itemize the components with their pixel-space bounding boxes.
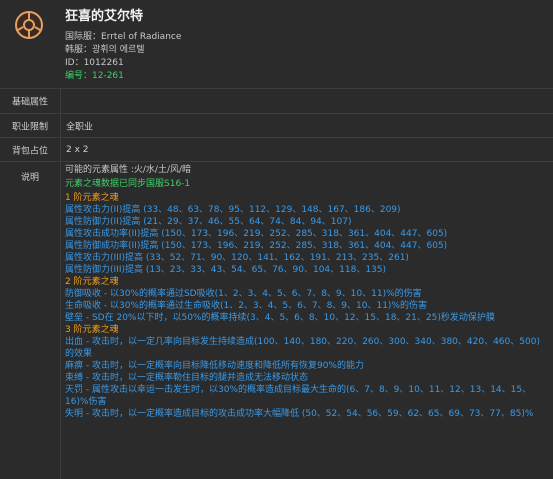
tier2-line: 壁垒 - SD在 20%以下时，以50%的概率持续(3、4、5、6、8、10、1…: [65, 313, 495, 323]
base-attr-row: 基础属性: [0, 89, 553, 114]
kr-name: 韩服：광휘의 에르텔: [65, 45, 145, 55]
item-id: ID：1012261: [65, 58, 124, 68]
bag-label: 背包占位: [11, 146, 48, 156]
tier3-line: 天罚 - 属性攻击以幸运一击发生时，以30%的概率造成目标最大生命的(6、7、8…: [65, 385, 532, 407]
tier1-line: 属性攻击成功率(II)提高 (150、173、196、219、252、285、3…: [65, 229, 448, 239]
item-header: 狂喜的艾尔特 国际服：Errtel of Radiance 韩服：광휘의 에르텔…: [0, 0, 553, 89]
tier3-line: 出血 - 攻击时，以一定几率向目标发生持续造成(100、140、180、220、…: [65, 337, 540, 359]
sync-note: 元素之魂数据已同步国服S16-1: [65, 179, 191, 189]
tier1-line: 属性攻击力(III)提高 (33、52、71、90、120、141、162、19…: [65, 253, 409, 263]
tier3-line: 失明 - 攻击时，以一定概率造成目标的攻击成功率大幅降低 (50、52、54、5…: [65, 409, 534, 419]
description: 可能的元素属性 :火/水/土/风/暗 元素之魂数据已同步国服S16-1 1 阶元…: [65, 164, 547, 420]
element-list: 可能的元素属性 :火/水/土/风/暗: [65, 165, 192, 175]
item-code: 编号：12-261: [65, 71, 124, 81]
tier3-line: 束缚 - 攻击时，以一定概率勒住目标的腿并造成无法移动状态: [65, 373, 308, 383]
tier1-line: 属性防御力(II)提高 (21、29、37、46、55、64、74、84、94、…: [65, 217, 352, 227]
base-attr-label: 基础属性: [11, 97, 48, 108]
tier1-line: 属性攻击力(II)提高 (33、48、63、78、95、112、129、148、…: [65, 205, 401, 215]
tier1-title: 1 阶元素之魂: [65, 193, 119, 203]
tier2-line: 防御吸收 - 以30%的概率通过SD吸收(1、2、3、4、5、6、7、8、9、1…: [65, 289, 422, 299]
item-card: 狂喜的艾尔特 国际服：Errtel of Radiance 韩服：광휘의 에르텔…: [0, 0, 553, 479]
bag-row: 背包占位 2 x 2: [0, 138, 553, 162]
radiance-emblem-icon: [15, 11, 43, 39]
tier3-line: 麻痹 - 攻击时，以一定概率向目标降低移动速度和降低所有恢复90%的能力: [65, 361, 364, 371]
tier3-title: 3 阶元素之魂: [65, 325, 119, 335]
job-row: 职业限制 全职业: [0, 114, 553, 138]
desc-label: 说明: [20, 173, 39, 183]
tier1-line: 属性防御成功率(II)提高 (150、173、196、219、252、285、3…: [65, 241, 448, 251]
intl-name: 国际服：Errtel of Radiance: [65, 32, 182, 42]
tier2-line: 生命吸收 - 以30%的概率通过生命吸收(1、2、3、4、5、6、7、8、9、1…: [65, 301, 427, 311]
description-row: 说明 可能的元素属性 :火/水/土/风/暗 元素之魂数据已同步国服S16-1 1…: [0, 162, 553, 479]
job-value: 全职业: [66, 122, 94, 132]
tier1-line: 属性防御力(III)提高 (13、23、33、43、54、65、76、90、10…: [65, 265, 387, 275]
item-title: 狂喜的艾尔特: [65, 9, 144, 24]
job-label: 职业限制: [11, 122, 48, 132]
bag-value: 2 x 2: [66, 144, 89, 155]
tier2-title: 2 阶元素之魂: [65, 277, 119, 287]
